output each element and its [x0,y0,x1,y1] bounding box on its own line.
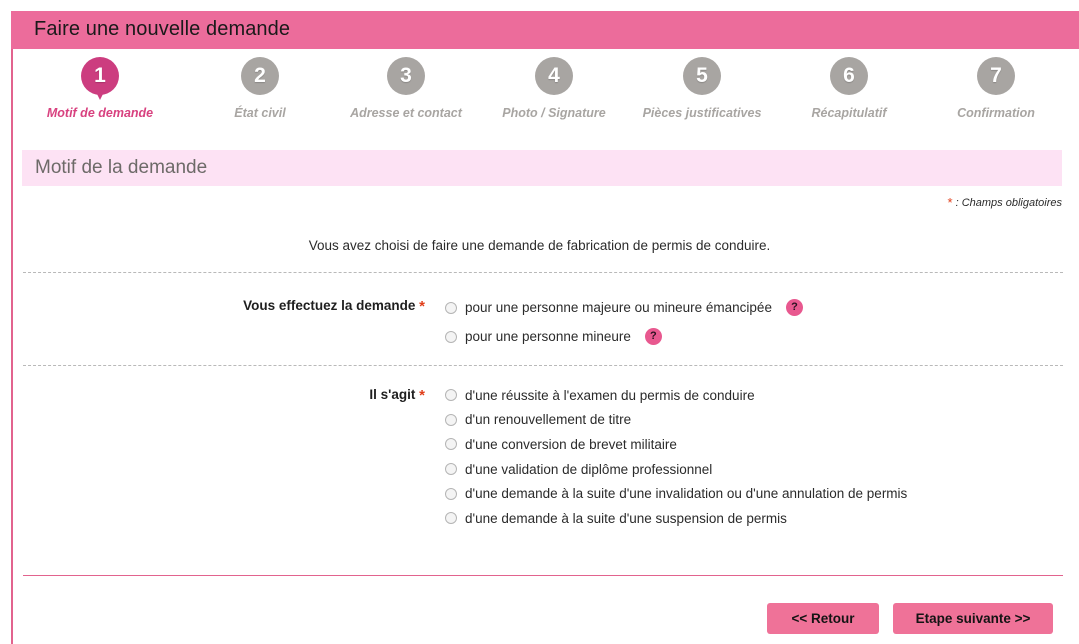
step-1-number: 1 [81,57,119,95]
required-fields-note: * : Champs obligatoires [947,195,1062,210]
section-banner: Motif de la demande [22,150,1062,186]
group1-option-mineure[interactable]: pour une personne mineure ? [445,324,803,349]
section-title: Motif de la demande [35,157,208,178]
group2-radio-list: d'une réussite à l'examen du permis de c… [445,383,907,531]
separator-top [23,272,1063,273]
group2-option-renouvellement-titre[interactable]: d'un renouvellement de titre [445,408,907,433]
group2-option-1-label: d'un renouvellement de titre [465,412,632,428]
next-step-button[interactable]: Etape suivante >> [893,603,1053,634]
group2-option-suspension-permis[interactable]: d'une demande à la suite d'une suspensio… [445,506,907,531]
step-4-number: 4 [535,57,573,95]
group1-label: Vous effectuez la demande * [150,298,425,315]
group2-option-4-label: d'une demande à la suite d'une invalidat… [465,486,908,502]
group2-label: Il s'agit * [230,387,425,404]
radio-icon[interactable] [445,330,457,343]
step-1-label: Motif de demande [46,106,154,120]
help-icon[interactable]: ? [644,328,662,345]
group2-required-asterisk-icon: * [419,387,425,404]
help-icon[interactable]: ? [785,299,803,316]
radio-icon[interactable] [445,438,457,451]
group2-option-5-label: d'une demande à la suite d'une suspensio… [465,510,787,526]
radio-icon[interactable] [445,389,457,402]
radio-icon[interactable] [445,487,457,500]
footer-divider [23,575,1063,576]
group1-label-text: Vous effectuez la demande [243,298,420,313]
radio-icon[interactable] [445,301,457,314]
group1-option-mineure-label: pour une personne mineure [465,329,631,344]
group2-option-reussite-examen[interactable]: d'une réussite à l'examen du permis de c… [445,383,907,408]
radio-icon[interactable] [445,413,457,426]
group2-option-validation-diplome[interactable]: d'une validation de diplôme professionne… [445,457,907,482]
step-6-number: 6 [830,57,868,95]
step-1-motif-de-demande[interactable]: 1 Motif de demande [13,57,187,120]
group2-option-conversion-brevet-militaire[interactable]: d'une conversion de brevet militaire [445,432,907,457]
group1-radio-list: pour une personne majeure ou mineure éma… [445,295,803,349]
group2-label-text: Il s'agit [369,387,420,402]
radio-icon[interactable] [445,512,457,525]
page-header-bar: Faire une nouvelle demande [11,11,1079,49]
required-note-text: : Champs obligatoires [952,197,1062,209]
back-button[interactable]: << Retour [767,603,879,634]
container-left-border [11,49,13,644]
page-title: Faire une nouvelle demande [34,18,291,40]
group1-option-majeure-label: pour une personne majeure ou mineure éma… [465,300,772,315]
step-7-label: Confirmation [957,106,1035,120]
group2-option-2-label: d'une conversion de brevet militaire [465,436,677,452]
group2-option-invalidation-annulation[interactable]: d'une demande à la suite d'une invalidat… [445,481,907,506]
group1-option-majeure[interactable]: pour une personne majeure ou mineure éma… [445,295,803,320]
new-request-form-page: Faire une nouvelle demande 1 Motif de de… [0,0,1079,644]
group2-option-3-label: d'une validation de diplôme professionne… [465,461,713,477]
group1-required-asterisk-icon: * [419,298,425,315]
group2-option-0-label: d'une réussite à l'examen du permis de c… [465,387,755,403]
stepper: 1 Motif de demande 2 État civil 3 Adress… [13,57,1073,132]
radio-icon[interactable] [445,463,457,476]
step-5-number: 5 [683,57,721,95]
step-7-number: 7 [977,57,1015,95]
intro-text: Vous avez choisi de faire une demande de… [308,238,771,253]
step-2-number: 2 [241,57,279,95]
step-3-number: 3 [387,57,425,95]
separator-middle [23,365,1063,366]
step-7-confirmation[interactable]: 7 Confirmation [909,57,1079,120]
